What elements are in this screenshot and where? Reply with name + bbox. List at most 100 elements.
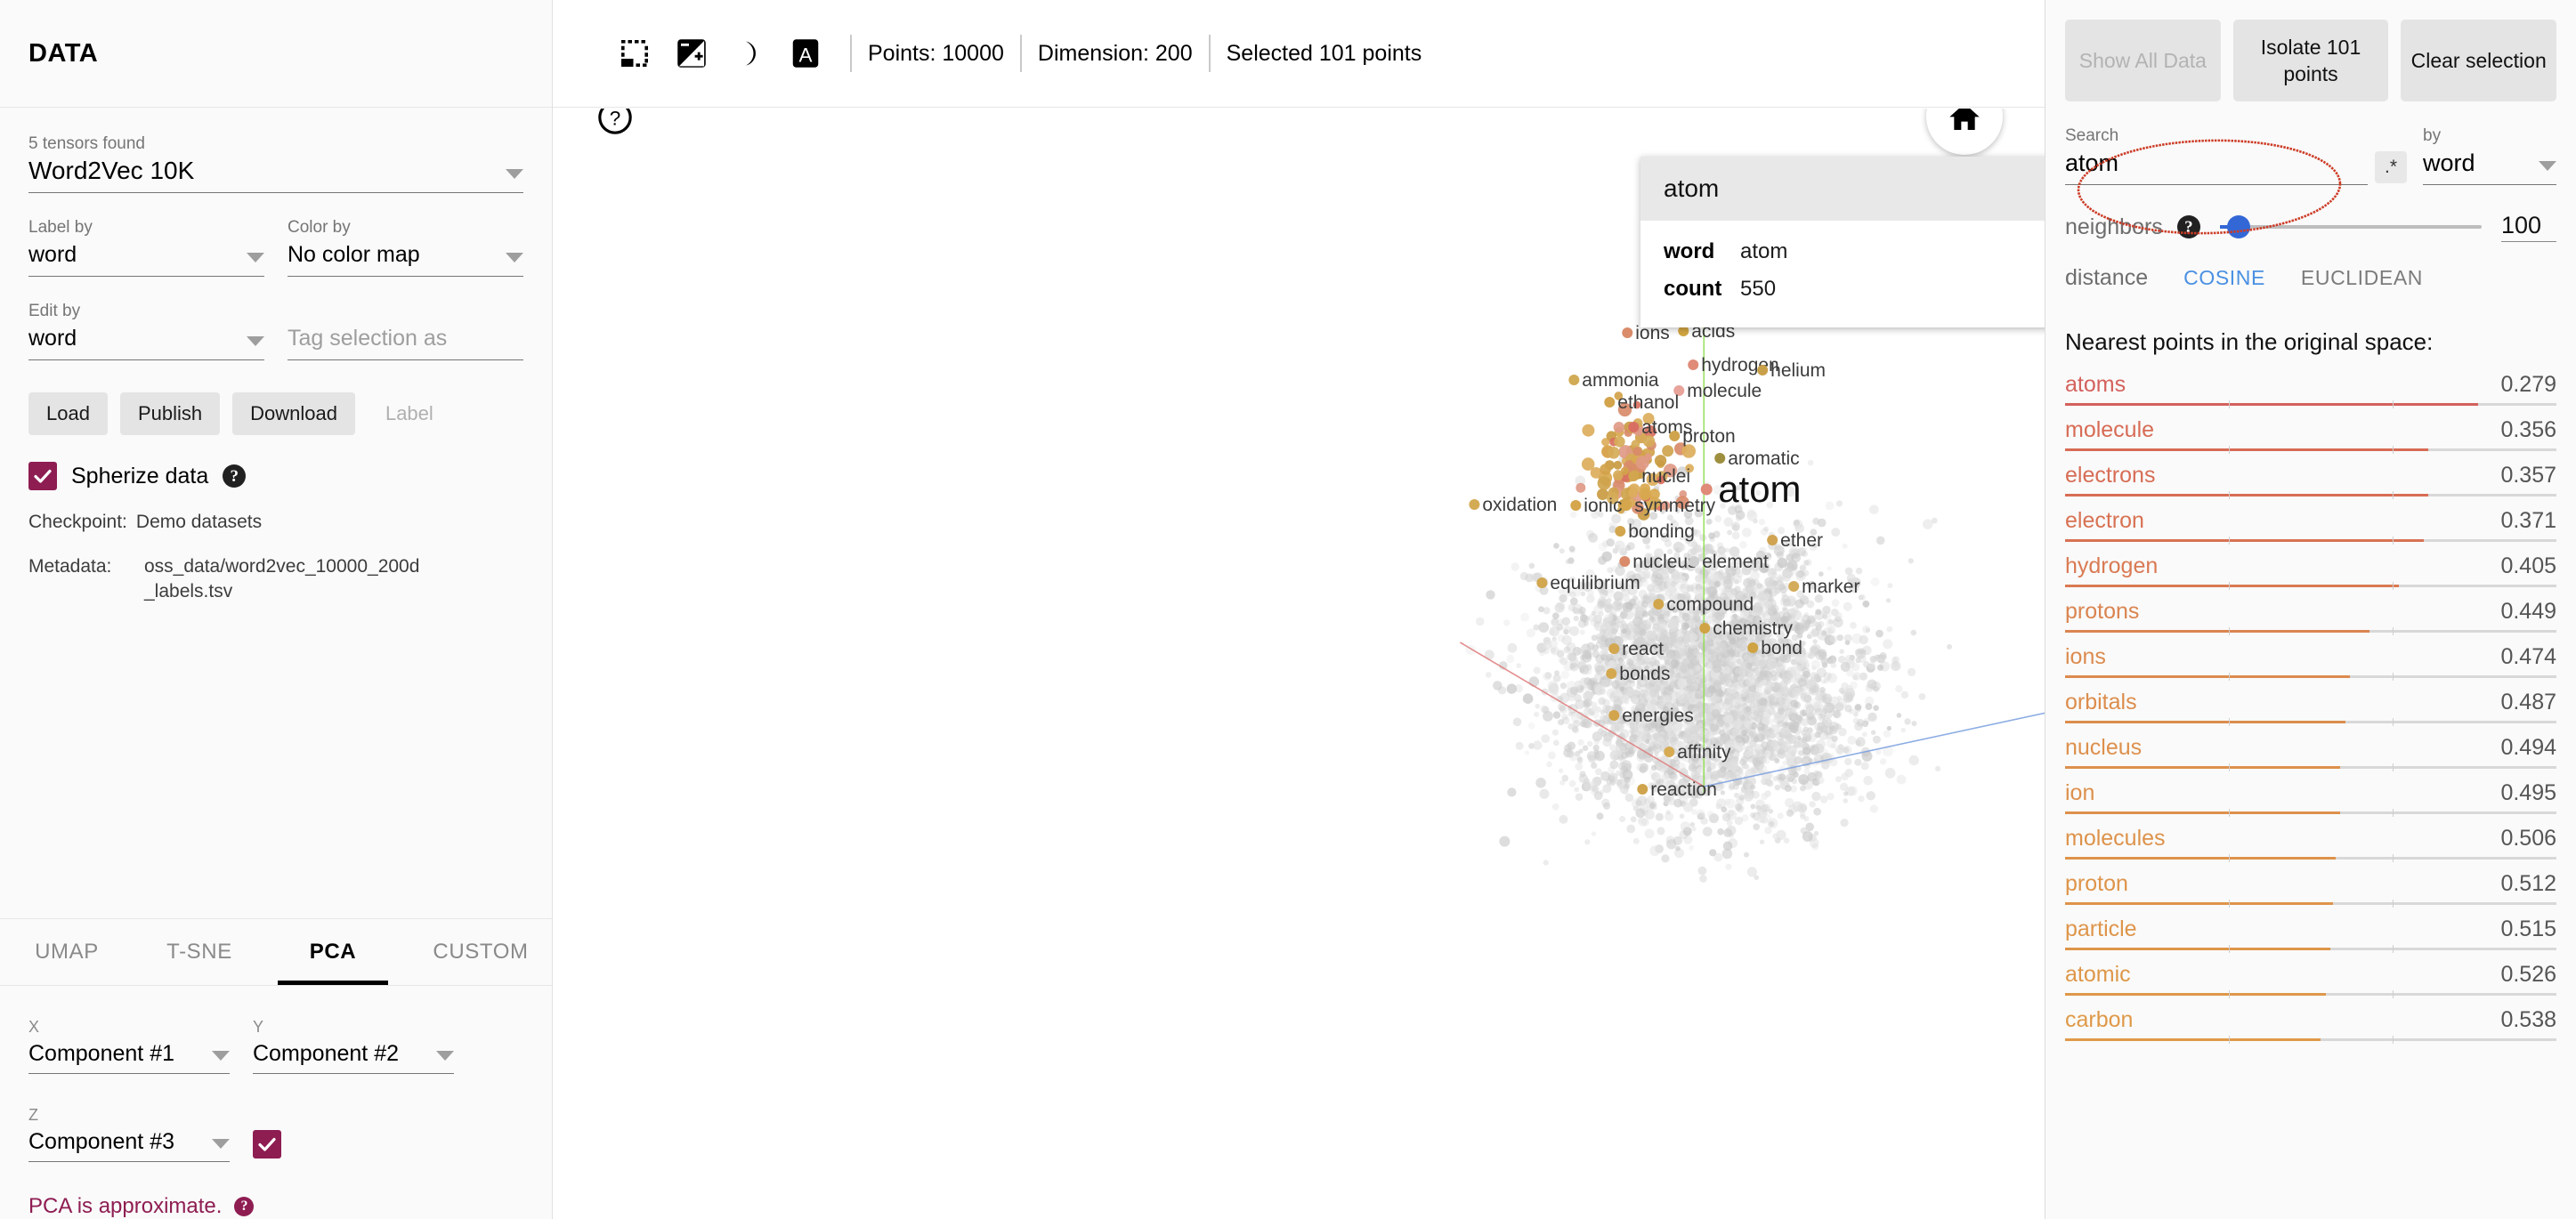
- distance-cosine-option[interactable]: COSINE: [2183, 266, 2265, 290]
- labeled-point[interactable]: chemistry: [1699, 618, 1793, 639]
- clear-selection-button[interactable]: Clear selection: [2401, 20, 2557, 101]
- download-button[interactable]: Download: [232, 392, 355, 435]
- pca-3d-checkbox[interactable]: [253, 1130, 281, 1158]
- nearest-point-distance: 0.512: [2500, 871, 2556, 896]
- help-icon[interactable]: ?: [223, 464, 247, 488]
- nearest-point-row[interactable]: hydrogen 0.405: [2065, 553, 2556, 595]
- nearest-point-bar: [2065, 446, 2556, 454]
- pca-approximate-note: PCA is approximate. ?: [28, 1194, 523, 1219]
- nearest-point-distance: 0.506: [2500, 826, 2556, 851]
- nearest-point-row[interactable]: electron 0.371: [2065, 508, 2556, 550]
- chevron-down-icon: [506, 253, 523, 262]
- tensor-selector[interactable]: 5 tensors found Word2Vec 10K: [28, 133, 523, 193]
- nearest-point-row[interactable]: ion 0.495: [2065, 780, 2556, 822]
- help-icon[interactable]: ?: [597, 109, 633, 135]
- point-label: ammonia: [1582, 370, 1659, 391]
- nearest-point-row[interactable]: ions 0.474: [2065, 644, 2556, 686]
- nearest-point-row[interactable]: nucleus 0.494: [2065, 735, 2556, 777]
- nearest-point-row[interactable]: orbitals 0.487: [2065, 690, 2556, 731]
- spherize-data-row[interactable]: Spherize data ?: [28, 462, 523, 490]
- night-mode-icon[interactable]: [720, 26, 777, 81]
- data-panel: DATA 5 tensors found Word2Vec 10K Label …: [0, 0, 553, 1219]
- nearest-points-title: Nearest points in the original space:: [2065, 328, 2434, 355]
- point-info-card: atom word atom count 550: [1640, 157, 2045, 327]
- pca-x-selector[interactable]: X Component #1: [28, 1016, 230, 1074]
- search-by-selector[interactable]: by word: [2423, 125, 2556, 185]
- embedding-projector-app: DATA 5 tensors found Word2Vec 10K Label …: [0, 0, 2576, 1219]
- labeled-point[interactable]: bonding: [1615, 521, 1695, 542]
- labeled-point[interactable]: ionic: [1570, 496, 1622, 516]
- labeled-point[interactable]: energies: [1608, 706, 1694, 726]
- neighbors-slider[interactable]: [2219, 214, 2482, 240]
- labeled-point[interactable]: ammonia: [1568, 370, 1659, 391]
- load-button[interactable]: Load: [28, 392, 108, 435]
- checkpoint-value: Demo datasets: [135, 512, 263, 532]
- labeled-point[interactable]: symmetry: [1621, 496, 1716, 516]
- publish-button[interactable]: Publish: [119, 392, 221, 435]
- edit-by-selector[interactable]: Edit by word: [28, 300, 264, 360]
- labels-icon[interactable]: A: [777, 26, 834, 81]
- tab-umap[interactable]: UMAP: [0, 919, 134, 985]
- slider-thumb[interactable]: [2226, 215, 2250, 238]
- pca-z-label: Z: [28, 1106, 38, 1124]
- spherize-data-checkbox[interactable]: [28, 462, 57, 490]
- nearest-point-row[interactable]: electrons 0.357: [2065, 463, 2556, 505]
- tensors-found-label: 5 tensors found: [28, 134, 145, 153]
- color-by-selector[interactable]: Color by No color map: [288, 216, 523, 277]
- nearest-point-bar: [2065, 945, 2556, 953]
- nearest-points-list[interactable]: atoms 0.279 molecule 0.356 electrons 0.357 ele…: [2045, 372, 2576, 1053]
- distance-row: distance COSINE EUCLIDEAN: [2045, 242, 2576, 291]
- chevron-down-icon: [212, 1139, 230, 1149]
- search-input[interactable]: atom: [2065, 148, 2368, 185]
- select-box-icon[interactable]: [606, 26, 663, 81]
- tab-custom[interactable]: CUSTOM: [401, 919, 561, 985]
- pca-z-selector[interactable]: Z Component #3: [28, 1104, 230, 1162]
- pca-x-label: X: [28, 1018, 40, 1036]
- isolate-points-button[interactable]: Isolate 101 points: [2232, 20, 2389, 101]
- svg-text:A: A: [798, 44, 812, 66]
- labeled-point[interactable]: compound: [1653, 594, 1754, 615]
- nearest-point-row[interactable]: proton 0.512: [2065, 871, 2556, 913]
- nearest-point-bar: [2065, 582, 2556, 590]
- neighbors-value[interactable]: 100: [2501, 212, 2556, 242]
- search-label: Search: [2065, 126, 2119, 145]
- exposure-icon[interactable]: [663, 26, 720, 81]
- point-info-key: count: [1664, 277, 1722, 301]
- nearest-point-distance: 0.405: [2500, 553, 2556, 578]
- labeled-point[interactable]: oxidation: [1469, 495, 1557, 515]
- labeled-point[interactable]: molecule: [1673, 381, 1762, 401]
- point-label: helium: [1770, 360, 1826, 381]
- nearest-point-distance: 0.356: [2500, 417, 2556, 442]
- nearest-point-row[interactable]: protons 0.449: [2065, 599, 2556, 641]
- help-icon[interactable]: ?: [234, 1197, 255, 1216]
- nearest-point-row[interactable]: atoms 0.279: [2065, 372, 2556, 414]
- pca-x-value: Component #1: [28, 1041, 175, 1066]
- labeled-point[interactable]: nucleus: [1619, 552, 1697, 572]
- point-info-header[interactable]: atom: [1640, 157, 2045, 221]
- nearest-point-bar: [2065, 990, 2556, 998]
- labeled-point[interactable]: aromatic: [1714, 448, 1800, 469]
- point-marker: [1788, 581, 1800, 592]
- nearest-point-row[interactable]: carbon 0.538: [2065, 1007, 2556, 1049]
- chevron-down-icon: [212, 1051, 230, 1061]
- label-by-selector[interactable]: Label by word: [28, 216, 264, 277]
- tab-pca[interactable]: PCA: [265, 919, 401, 985]
- nearest-point-row[interactable]: atomic 0.526: [2065, 962, 2556, 1004]
- labeled-point[interactable]: equilibrium: [1536, 573, 1640, 593]
- nearest-point-row[interactable]: molecules 0.506: [2065, 826, 2556, 868]
- nearest-point-row[interactable]: molecule 0.356: [2065, 417, 2556, 459]
- tag-selection-placeholder: Tag selection as: [288, 326, 448, 351]
- tab-tsne[interactable]: T-SNE: [134, 919, 265, 985]
- tag-selection-input[interactable]: Tag selection as: [288, 300, 523, 360]
- pca-y-selector[interactable]: Y Component #2: [253, 1016, 454, 1074]
- svg-text:?: ?: [610, 109, 621, 129]
- color-by-label: Color by: [288, 218, 351, 237]
- point-info-key: word: [1664, 239, 1715, 263]
- distance-euclidean-option[interactable]: EUCLIDEAN: [2301, 266, 2423, 290]
- regex-toggle-button[interactable]: .*: [2374, 151, 2407, 183]
- show-all-data-button: Show All Data: [2065, 20, 2221, 101]
- help-icon[interactable]: ?: [2176, 215, 2200, 238]
- point-marker: [1637, 784, 1648, 795]
- nearest-point-row[interactable]: particle 0.515: [2065, 916, 2556, 958]
- pca-z-value: Component #3: [28, 1129, 175, 1154]
